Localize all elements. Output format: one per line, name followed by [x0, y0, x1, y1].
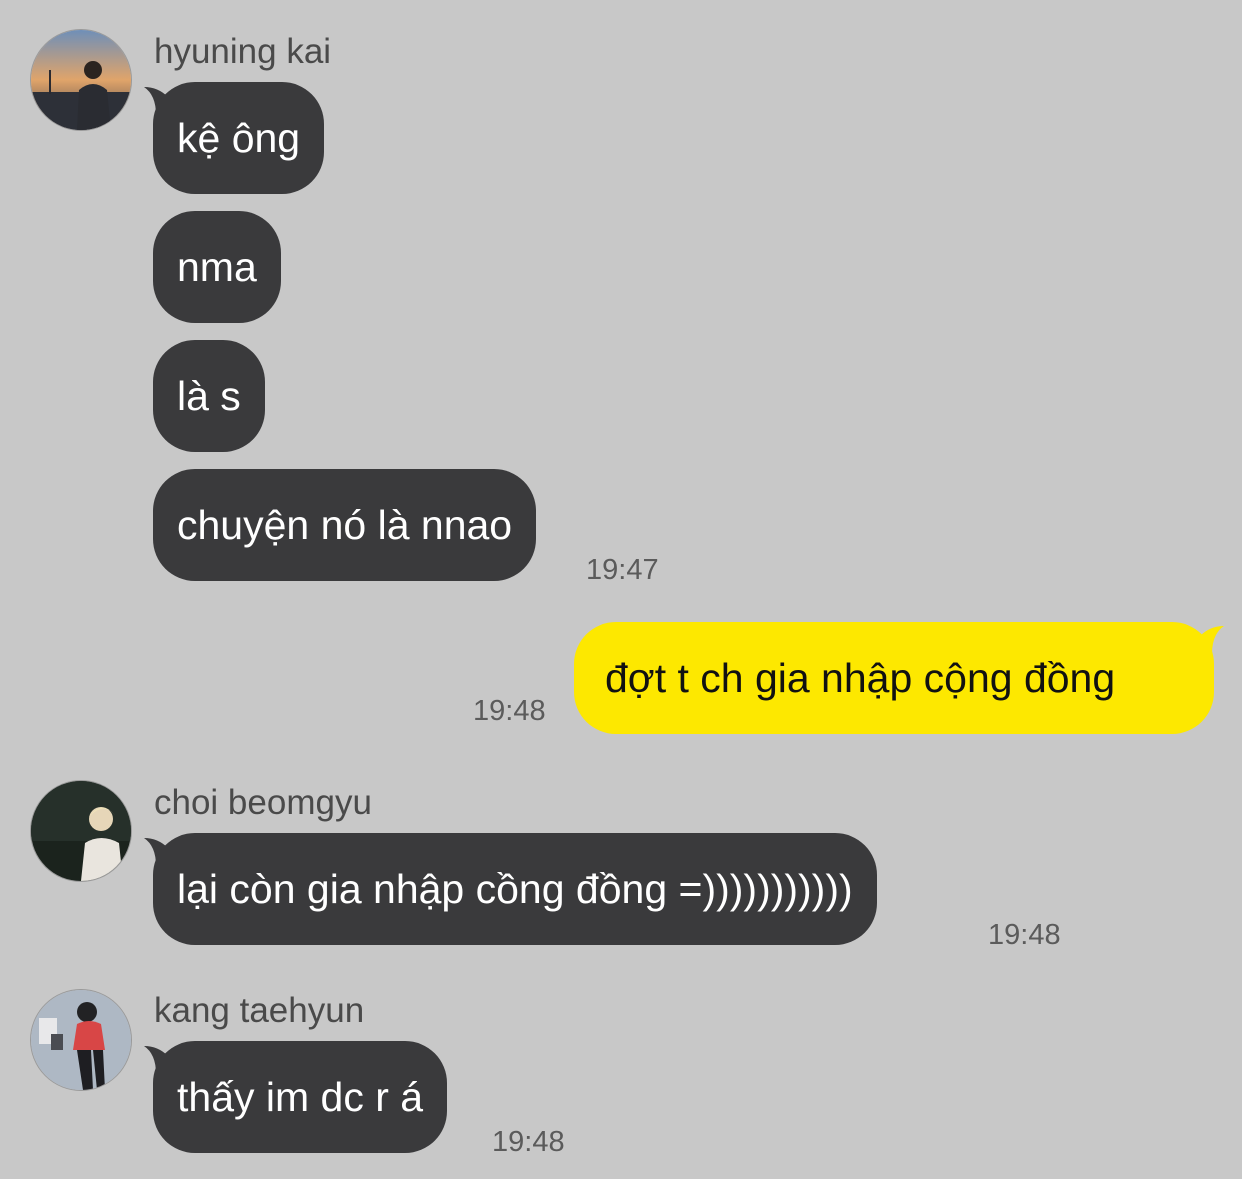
- message-bubble[interactable]: thấy im dc r á: [153, 1041, 448, 1153]
- sender-name: hyuning kai: [154, 32, 332, 71]
- profile-photo-icon: [31, 781, 131, 881]
- sender-name: kang taehyun: [154, 991, 365, 1030]
- profile-photo-icon: [31, 990, 131, 1090]
- message-bubble[interactable]: là s: [153, 340, 265, 452]
- avatar-hyuning-kai[interactable]: [30, 29, 132, 131]
- message-bubble[interactable]: nma: [153, 211, 281, 323]
- message-time: 19:48: [988, 919, 1061, 951]
- message-bubble[interactable]: kệ ông: [153, 82, 325, 194]
- message-time: 19:48: [492, 1126, 565, 1158]
- message-time: 19:47: [586, 554, 659, 586]
- bubble-tail-outgoing: [1200, 626, 1224, 654]
- message-bubble[interactable]: chuyện nó là nnao: [153, 469, 537, 581]
- avatar-kang-taehyun[interactable]: [30, 989, 132, 1091]
- profile-photo-icon: [31, 30, 131, 130]
- message-bubble[interactable]: lại còn gia nhập cồng đồng =))))))))))): [153, 833, 877, 945]
- message-time: 19:48: [473, 695, 546, 727]
- sender-name: choi beomgyu: [154, 783, 372, 822]
- avatar-choi-beomgyu[interactable]: [30, 780, 132, 882]
- message-bubble-outgoing[interactable]: đợt t ch gia nhập cộng đồng: [574, 622, 1214, 734]
